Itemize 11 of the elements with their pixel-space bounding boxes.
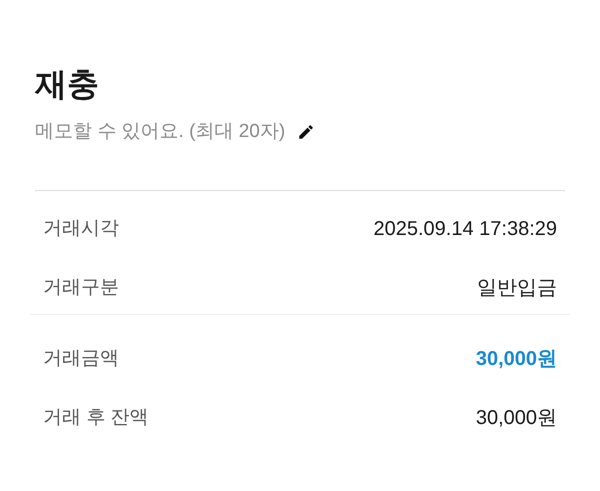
memo-hint[interactable]: 메모할 수 있어요. (최대 20자) xyxy=(35,118,286,146)
row-label: 거래 후 잔액 xyxy=(43,406,149,430)
row-value: 30,000원 xyxy=(476,347,557,372)
row-value: 2025.09.14 17:38:29 xyxy=(373,217,557,242)
row-value: 일반입금 xyxy=(477,276,557,301)
pencil-icon[interactable] xyxy=(297,123,316,141)
row-label: 거래구분 xyxy=(43,276,119,300)
row-label: 거래금액 xyxy=(43,346,119,371)
page-title: 재충 xyxy=(35,65,99,104)
row-label: 거래시각 xyxy=(43,216,119,241)
row-value: 30,000원 xyxy=(476,406,557,431)
